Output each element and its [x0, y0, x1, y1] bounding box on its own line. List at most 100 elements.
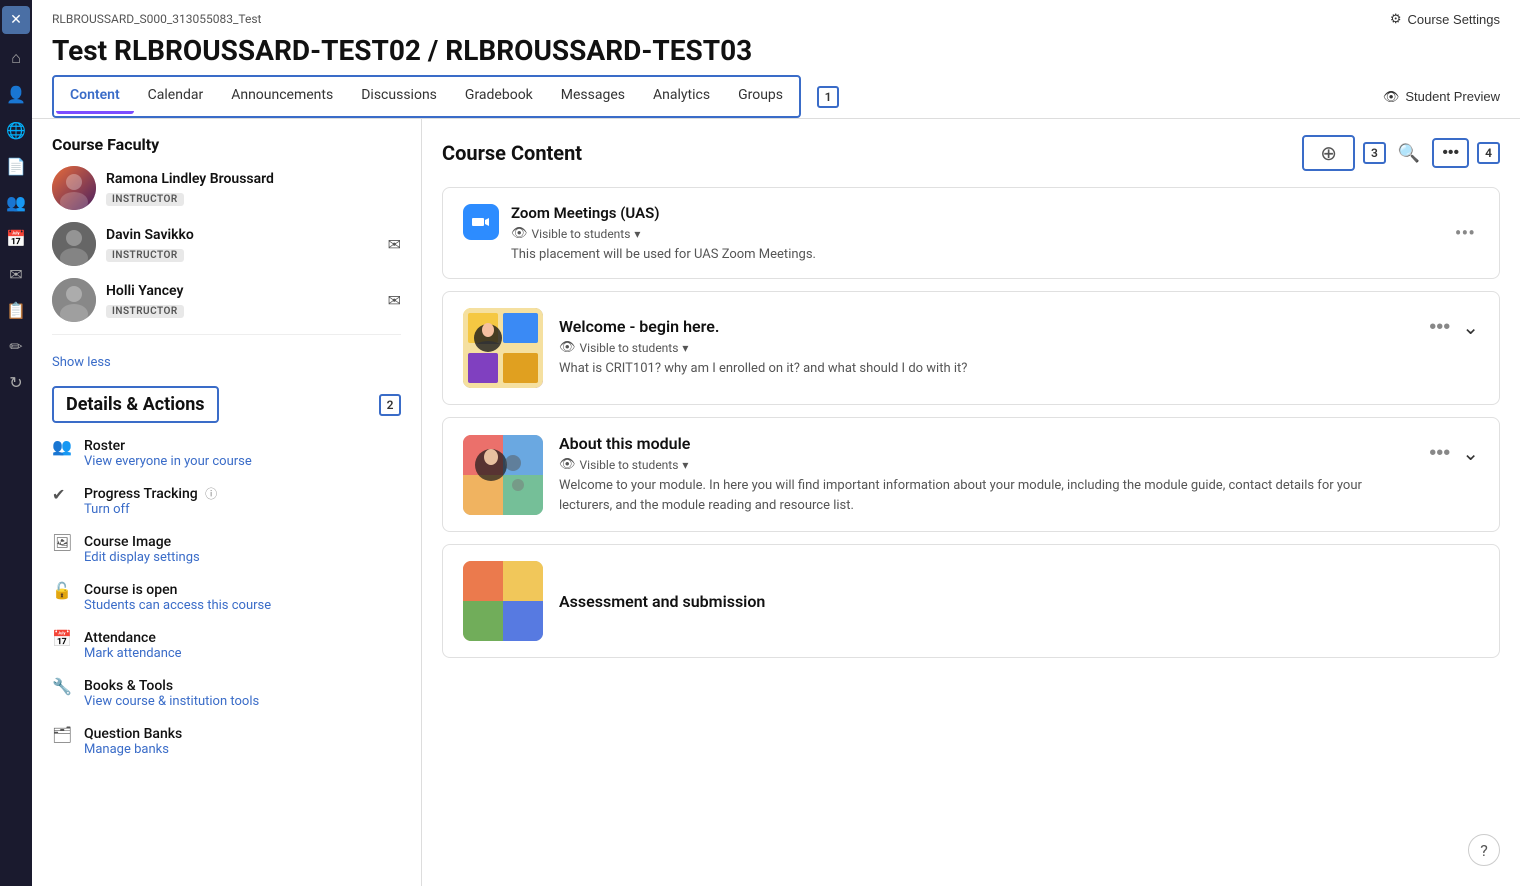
course-content-header: Course Content ⊕ 3 🔍 ••• 4 — [442, 135, 1500, 171]
badge-4: 4 — [1477, 142, 1500, 164]
eye-icon-zoom: 👁 — [511, 226, 528, 241]
welcome-title: Welcome - begin here. — [559, 317, 1409, 336]
nav-badge-1: 1 — [817, 86, 839, 108]
question-banks-link[interactable]: Manage banks — [84, 742, 182, 757]
welcome-actions: ••• ⌄ — [1425, 312, 1479, 343]
database-icon: 🗂 — [52, 725, 74, 744]
zoom-info: Zoom Meetings (UAS) 👁 Visible to student… — [511, 204, 1439, 262]
welcome-desc: What is CRIT101? why am I enrolled on it… — [559, 359, 1409, 379]
about-expand-button[interactable]: ⌄ — [1462, 441, 1479, 466]
tab-discussions[interactable]: Discussions — [347, 79, 451, 114]
home-icon[interactable]: ⌂ — [2, 44, 30, 72]
tab-messages[interactable]: Messages — [547, 79, 639, 114]
welcome-more-button[interactable]: ••• — [1425, 312, 1454, 343]
faculty-list: Ramona Lindley Broussard INSTRUCTOR — [52, 166, 401, 335]
faculty-info-davin: Davin Savikko INSTRUCTOR — [106, 227, 378, 262]
about-module-info: About this module 👁 Visible to students … — [559, 434, 1409, 515]
right-panel: Course Content ⊕ 3 🔍 ••• 4 — [422, 119, 1520, 886]
clipboard-icon[interactable]: 📋 — [2, 296, 30, 324]
chevron-down-icon-zoom: ▾ — [634, 227, 640, 241]
about-thumbnail — [463, 435, 543, 515]
welcome-info: Welcome - begin here. 👁 Visible to stude… — [559, 317, 1409, 379]
tab-announcements[interactable]: Announcements — [217, 79, 347, 114]
zoom-icon — [463, 204, 499, 240]
zoom-more-button[interactable]: ••• — [1451, 217, 1479, 249]
faculty-info-holli: Holli Yancey INSTRUCTOR — [106, 283, 378, 318]
welcome-card-header: Welcome - begin here. 👁 Visible to stude… — [443, 292, 1499, 404]
about-module-visibility[interactable]: 👁 Visible to students ▾ — [559, 457, 688, 472]
breadcrumb: RLBROUSSARD_S000_313055083_Test — [52, 12, 261, 26]
action-course-open: 🔓 Course is open Students can access thi… — [52, 579, 401, 613]
course-faculty-title: Course Faculty — [52, 135, 401, 154]
left-panel: Course Faculty — [32, 119, 422, 886]
assessment-info: Assessment and submission — [559, 592, 1479, 611]
plus-icon: ⊕ — [1320, 141, 1337, 165]
lock-icon: 🔓 — [52, 581, 74, 600]
actions-list: 👥 Roster View everyone in your course ✔ … — [52, 435, 401, 757]
tab-content[interactable]: Content — [56, 79, 134, 114]
add-content-button[interactable]: ⊕ — [1302, 135, 1355, 171]
course-open-link[interactable]: Students can access this course — [84, 598, 271, 613]
roster-link[interactable]: View everyone in your course — [84, 454, 252, 469]
group-icon[interactable]: 👥 — [2, 188, 30, 216]
document-icon[interactable]: 📄 — [2, 152, 30, 180]
avatar-ramona — [52, 166, 96, 210]
mail-sidebar-icon[interactable]: ✉ — [2, 260, 30, 288]
welcome-visibility[interactable]: 👁 Visible to students ▾ — [559, 340, 688, 355]
people-icon: 👥 — [52, 437, 74, 456]
student-preview-button[interactable]: 👁 Student Preview — [1383, 89, 1500, 105]
roster-label: Roster — [84, 438, 125, 454]
action-progress: ✔ Progress Tracking ⓘ Turn off — [52, 483, 401, 517]
about-more-button[interactable]: ••• — [1425, 438, 1454, 469]
course-settings-button[interactable]: ⚙ Course Settings — [1390, 11, 1500, 27]
progress-link[interactable]: Turn off — [84, 502, 217, 517]
nav-tabs-wrapper: Content Calendar Announcements Discussio… — [32, 75, 1520, 119]
close-button[interactable]: ✕ — [2, 6, 30, 34]
eye-preview-icon: 👁 — [1383, 89, 1400, 105]
question-banks-label: Question Banks — [84, 726, 182, 742]
welcome-expand-button[interactable]: ⌄ — [1462, 315, 1479, 340]
tab-analytics[interactable]: Analytics — [639, 79, 724, 114]
tab-calendar[interactable]: Calendar — [134, 79, 218, 114]
zoom-visibility[interactable]: 👁 Visible to students ▾ — [511, 226, 640, 241]
attendance-icon: 📅 — [52, 629, 74, 648]
zoom-desc: This placement will be used for UAS Zoom… — [511, 247, 1439, 262]
faculty-item-davin: Davin Savikko INSTRUCTOR ✉ — [52, 222, 401, 266]
show-less-link[interactable]: Show less — [52, 355, 111, 370]
mail-icon-holli[interactable]: ✉ — [388, 291, 401, 310]
nav-tabs: Content Calendar Announcements Discussio… — [52, 75, 801, 118]
gear-icon: ⚙ — [1390, 11, 1402, 27]
edit-icon[interactable]: ✏ — [2, 332, 30, 360]
search-button[interactable]: 🔍 — [1394, 139, 1424, 168]
tab-groups[interactable]: Groups — [724, 79, 797, 114]
more-options-button[interactable]: ••• — [1432, 138, 1469, 168]
mail-icon-davin[interactable]: ✉ — [388, 235, 401, 254]
books-tools-link[interactable]: View course & institution tools — [84, 694, 259, 709]
about-module-actions: ••• ⌄ — [1425, 438, 1479, 469]
action-books-tools: 🔧 Books & Tools View course & institutio… — [52, 675, 401, 709]
globe-icon[interactable]: 🌐 — [2, 116, 30, 144]
chevron-down-icon-about: ▾ — [682, 458, 688, 472]
avatar-holli — [52, 278, 96, 322]
about-module-title: About this module — [559, 434, 1409, 453]
calendar-icon[interactable]: 📅 — [2, 224, 30, 252]
avatar-davin — [52, 222, 96, 266]
image-icon: 🖼 — [52, 533, 74, 552]
details-actions-title: Details & Actions — [52, 386, 219, 423]
help-button[interactable]: ? — [1468, 834, 1500, 866]
left-sidebar: ✕ ⌂ 👤 🌐 📄 👥 📅 ✉ 📋 ✏ ↻ — [0, 0, 32, 886]
tab-gradebook[interactable]: Gradebook — [451, 79, 547, 114]
zoom-card: Zoom Meetings (UAS) 👁 Visible to student… — [442, 187, 1500, 279]
refresh-icon[interactable]: ↻ — [2, 368, 30, 396]
person-icon[interactable]: 👤 — [2, 80, 30, 108]
about-module-card: About this module 👁 Visible to students … — [442, 417, 1500, 532]
course-image-link[interactable]: Edit display settings — [84, 550, 200, 565]
wrench-icon: 🔧 — [52, 677, 74, 696]
about-module-header: About this module 👁 Visible to students … — [443, 418, 1499, 531]
attendance-link[interactable]: Mark attendance — [84, 646, 182, 661]
assessment-header: Assessment and submission — [443, 545, 1499, 657]
attendance-label: Attendance — [84, 630, 156, 646]
content-area: Course Faculty — [32, 119, 1520, 886]
eye-icon-welcome: 👁 — [559, 340, 576, 355]
welcome-thumbnail — [463, 308, 543, 388]
